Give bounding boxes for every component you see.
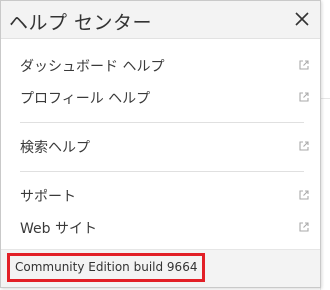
menu-divider: [20, 122, 304, 123]
external-link-icon: [299, 60, 309, 70]
version-text: Community Edition build 9664: [15, 260, 198, 274]
panel-footer: Community Edition build 9664: [1, 249, 320, 287]
external-link-icon: [299, 141, 309, 151]
menu-item-label: 検索ヘルプ: [20, 140, 90, 156]
menu-divider: [20, 171, 304, 172]
menu-item-support[interactable]: サポート: [1, 181, 320, 209]
external-link-icon: [299, 190, 309, 200]
external-link-icon: [299, 222, 309, 232]
menu-item-label: ダッシュボード ヘルプ: [20, 59, 165, 75]
background-divider: [321, 98, 330, 99]
menu-item-search-help[interactable]: 検索ヘルプ: [1, 132, 320, 160]
help-center-panel: ヘルプ センター ダッシュボード ヘルプ プロフィール ヘルプ 検索ヘルプ サポ…: [0, 0, 321, 288]
external-link-icon: [299, 92, 309, 102]
panel-title: ヘルプ センター: [9, 12, 153, 34]
close-icon: [295, 12, 309, 26]
close-button[interactable]: [290, 7, 314, 31]
menu-item-dashboard-help[interactable]: ダッシュボード ヘルプ: [1, 51, 320, 79]
background-page-edge: [320, 38, 330, 290]
menu-item-label: サポート: [20, 189, 76, 205]
menu-item-profile-help[interactable]: プロフィール ヘルプ: [1, 83, 320, 111]
menu-item-label: Web サイト: [20, 221, 97, 237]
menu-item-label: プロフィール ヘルプ: [20, 91, 151, 107]
panel-header: ヘルプ センター: [1, 1, 320, 39]
menu-item-website[interactable]: Web サイト: [1, 213, 320, 241]
